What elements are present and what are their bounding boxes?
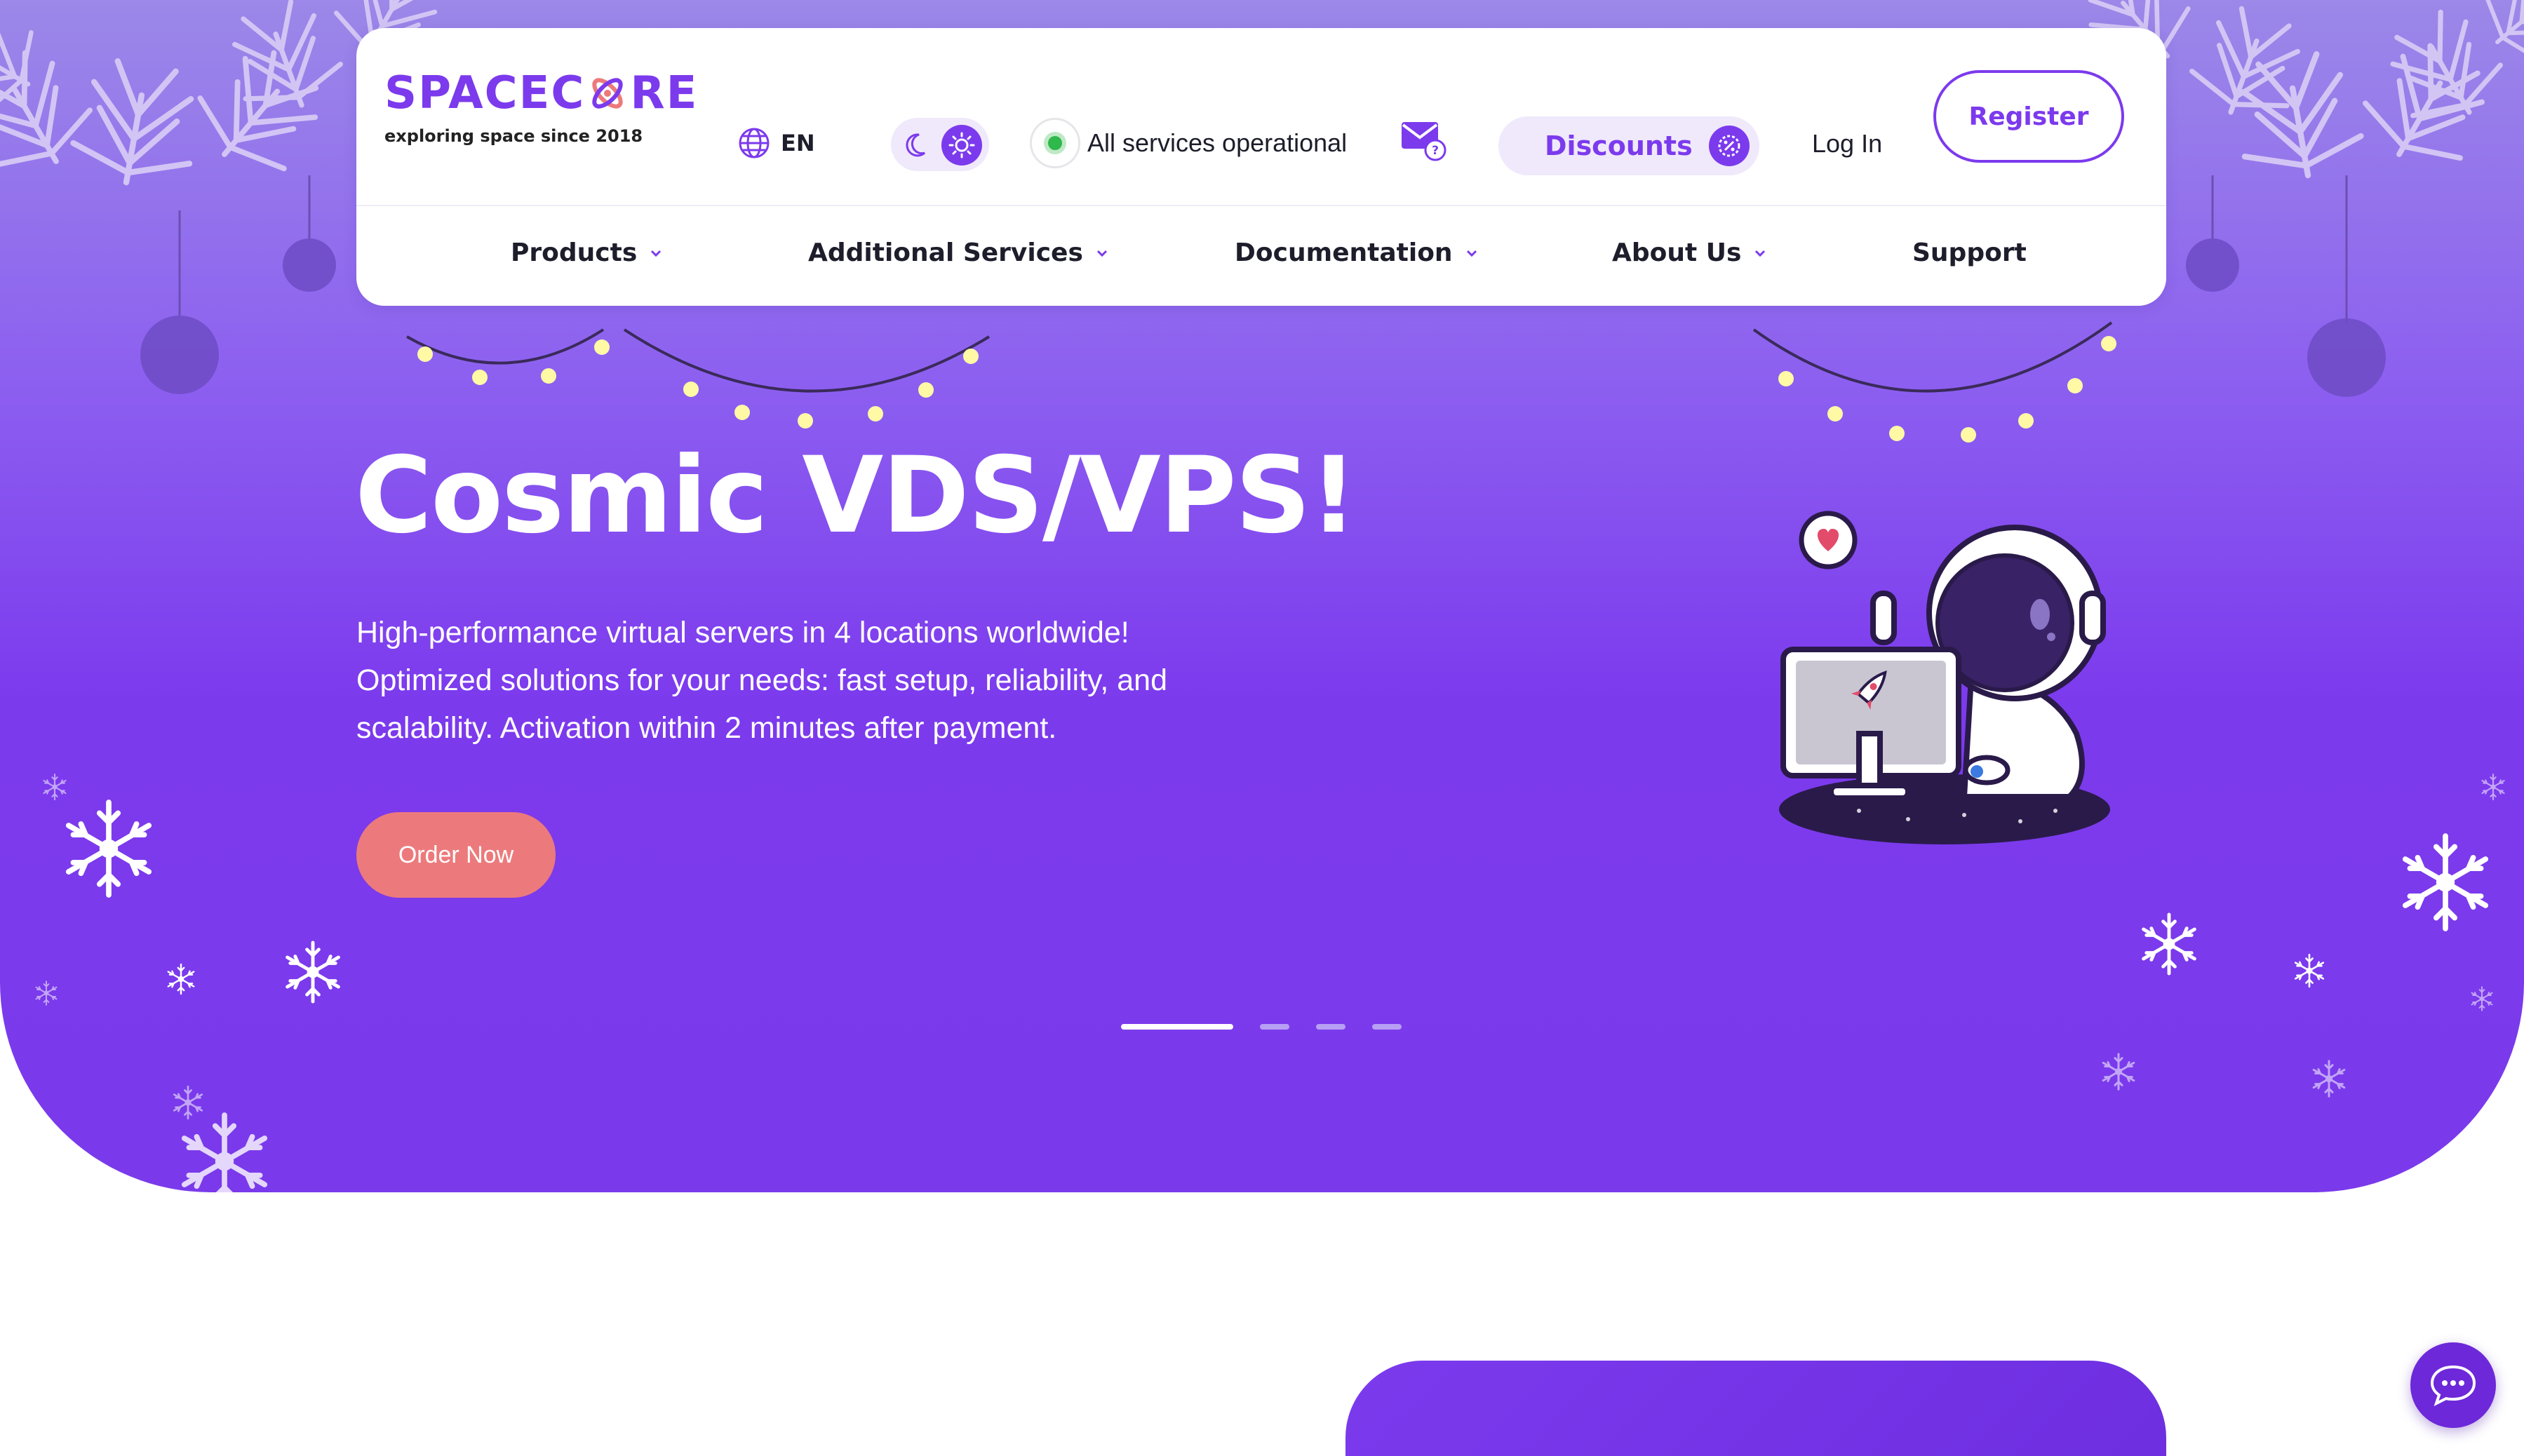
header-divider xyxy=(356,205,2166,206)
login-link[interactable]: Log In xyxy=(1812,129,1882,159)
mail-question-icon[interactable]: ? xyxy=(1400,119,1446,161)
svg-text:?: ? xyxy=(1432,144,1439,158)
percent-badge-icon xyxy=(1709,126,1750,166)
service-status[interactable]: All services operational xyxy=(1030,118,1347,168)
sun-icon[interactable] xyxy=(941,125,982,166)
chevron-down-icon xyxy=(1096,250,1107,257)
register-button[interactable]: Register xyxy=(1933,70,2124,163)
nav-item-support[interactable]: Support xyxy=(1912,238,2027,267)
status-label: All services operational xyxy=(1087,128,1348,157)
nav-item-documentation[interactable]: Documentation xyxy=(1235,238,1478,267)
brand-tagline: exploring space since 2018 xyxy=(384,126,643,146)
nav-item-products[interactable]: Products xyxy=(511,238,662,267)
moon-icon[interactable] xyxy=(904,129,934,160)
nav-item-additional-services[interactable]: Additional Services xyxy=(808,238,1108,267)
status-dot-icon xyxy=(1030,118,1080,168)
brand-logo[interactable]: SPACEC RE exploring space since 2018 xyxy=(384,67,698,146)
astronaut-illustration xyxy=(1779,511,2110,844)
brand-name-part2: RE xyxy=(630,67,699,119)
theme-toggle[interactable] xyxy=(891,118,989,171)
chevron-down-icon xyxy=(1466,250,1477,257)
nav-item-label: Documentation xyxy=(1235,238,1453,267)
nav-item-label: About Us xyxy=(1612,238,1742,267)
nav-item-label: Additional Services xyxy=(808,238,1083,267)
globe-icon xyxy=(739,128,770,159)
chat-widget-button[interactable] xyxy=(2410,1342,2496,1428)
brand-name-part1: SPACEC xyxy=(384,67,586,119)
hero-description: High-performance virtual servers in 4 lo… xyxy=(356,616,1168,745)
chevron-down-icon xyxy=(651,250,662,257)
chat-bubble-icon xyxy=(2430,1365,2476,1406)
language-code: EN xyxy=(781,130,815,156)
nav-item-about-us[interactable]: About Us xyxy=(1612,238,1766,267)
slide-dot-2[interactable] xyxy=(1260,1024,1289,1030)
order-now-button[interactable]: Order Now xyxy=(356,812,556,898)
nav-item-label: Products xyxy=(511,238,638,267)
slide-dot-3[interactable] xyxy=(1316,1024,1345,1030)
slide-dot-1[interactable] xyxy=(1121,1024,1233,1030)
main-nav: Products Additional Services Documentati… xyxy=(356,238,2166,274)
discounts-button[interactable]: Discounts xyxy=(1498,116,1759,175)
hero-title: Cosmic VDS/VPS! xyxy=(355,435,1357,557)
atom-o-icon xyxy=(592,78,623,109)
language-selector[interactable]: EN xyxy=(737,126,815,160)
slide-dot-4[interactable] xyxy=(1372,1024,1402,1030)
chevron-down-icon xyxy=(1755,250,1766,257)
promo-card xyxy=(1345,1361,2166,1456)
site-header: SPACEC RE exploring space since 2018 EN xyxy=(356,28,2166,306)
discounts-label: Discounts xyxy=(1545,130,1693,161)
nav-item-label: Support xyxy=(1912,238,2027,267)
